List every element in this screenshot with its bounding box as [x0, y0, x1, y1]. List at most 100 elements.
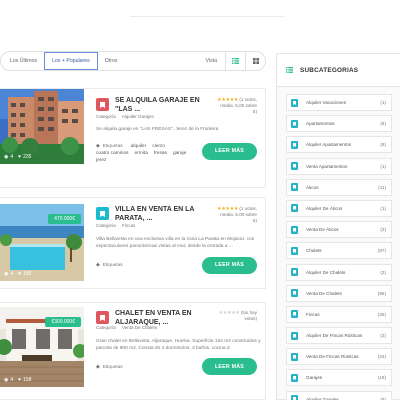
bookmark-icon	[291, 352, 298, 361]
category-link[interactable]: Alquiler Garajes	[122, 114, 154, 119]
subcategory-count: (97)	[377, 248, 386, 254]
tag-link[interactable]: cierzo	[152, 143, 165, 150]
subcategory-item[interactable]: Garajes (19)	[286, 369, 392, 387]
subcategory-item[interactable]: Alquiler De Chalets (2)	[286, 263, 392, 281]
price-tag: 470.000€	[48, 214, 81, 224]
view-label: Vista	[205, 58, 217, 64]
heart-icon: ♥	[18, 154, 22, 160]
subcategory-name: Venta Apartamentos	[306, 163, 348, 169]
listing-body: CHALET EN VENTA EN ALJARAQUE, ... ★★★★★ …	[96, 310, 261, 375]
tags: ◆ Etiquetas	[96, 365, 123, 370]
read-more-button[interactable]: LEER MÁS	[202, 142, 257, 160]
subcategory-count: (35)	[377, 311, 386, 317]
rating[interactable]: ★★★★★ (No hay votos)	[203, 310, 257, 322]
read-more-button[interactable]: LEER MÁS	[202, 256, 257, 274]
listing-card: ◉ 4 ♥ 235 SE ALQUILA GARAJE EN "LAS ... ★★…	[0, 88, 266, 188]
top-divider	[130, 16, 285, 17]
tag-link[interactable]: cuatro caminos	[96, 150, 129, 157]
listing-photo[interactable]: €300.000€ ◉ 4 ♥ 158	[0, 307, 84, 387]
subcategory-name: Alquiler De Áticos	[306, 205, 343, 211]
bookmark-icon	[291, 140, 298, 149]
list-icon	[286, 67, 293, 73]
bookmark-icon	[291, 310, 298, 319]
subcategory-item[interactable]: Venta De Fincas Rústicas (24)	[286, 348, 392, 366]
list-view-button[interactable]	[225, 52, 245, 70]
subcategory-item[interactable]: Venta De Chalets (86)	[286, 284, 392, 302]
subcategory-item[interactable]: Fincas (35)	[286, 305, 392, 323]
rating-stars[interactable]: ★★★★★	[217, 206, 238, 212]
views-count: ◉ 4	[4, 271, 14, 277]
photo-stats: ◉ 4 ♥ 235	[4, 154, 31, 160]
bookmark-icon	[291, 119, 298, 128]
category-icon[interactable]	[96, 207, 109, 220]
subcategory-name: Fincas	[306, 311, 320, 317]
bookmark-icon	[291, 204, 298, 213]
subcategory-item[interactable]: Venta De Áticos (3)	[286, 221, 392, 239]
likes-count: ♥ 235	[18, 154, 32, 160]
subcategory-name: Venta De Chalets	[306, 290, 342, 296]
tag-icon: ◆	[96, 143, 100, 149]
subcategory-name: Chalets	[306, 248, 322, 254]
listing-photo[interactable]: 470.000€ ◉ 4 ♥ 185	[0, 204, 84, 281]
category-link[interactable]: Fincas	[122, 223, 135, 228]
tag-link[interactable]: alquiler	[131, 143, 146, 150]
category-icon[interactable]	[96, 311, 109, 324]
photo-stats: ◉ 4 ♥ 158	[4, 377, 31, 383]
subcategory-item[interactable]: Alquiler Vacaciones (1)	[286, 94, 392, 111]
bookmark-icon	[291, 225, 298, 234]
bookmark-icon	[291, 98, 298, 107]
subcategory-name: Alquiler Garajes	[306, 396, 339, 400]
tag-link[interactable]: garaje	[173, 150, 186, 157]
subcategory-count: (1)	[380, 100, 386, 105]
sort-others-button[interactable]: Otros	[98, 52, 125, 70]
listing-photo[interactable]: ◉ 4 ♥ 235	[0, 89, 84, 164]
heart-icon: ♥	[18, 377, 22, 383]
bookmark-icon	[100, 210, 105, 217]
sidebar-title: SUBCATEGORIAS	[300, 66, 359, 74]
subcategory-name: Alquiler De Fincas Rústicas	[306, 333, 363, 339]
subcategory-item[interactable]: Venta Apartamentos (1)	[286, 157, 392, 175]
tag-link[interactable]: jerez	[96, 157, 106, 164]
bookmark-icon	[291, 331, 298, 340]
read-more-button[interactable]: LEER MÁS	[202, 358, 257, 375]
subcategory-list: Alquiler Vacaciones (1) Apartamentos (5) Alq…	[277, 87, 400, 400]
likes-count: ♥ 158	[18, 377, 32, 383]
subcategory-item[interactable]: Áticos (11)	[286, 178, 392, 196]
rating[interactable]: ★★★★★ (1 votos, media: 5,00 sobre 5)	[203, 206, 257, 225]
grid-view-icon	[252, 58, 259, 64]
rating-stars[interactable]: ★★★★★	[219, 310, 240, 316]
subcategory-name: Garajes	[306, 375, 323, 381]
subcategory-name: Áticos	[306, 184, 319, 190]
sort-latest-button[interactable]: Los Últimos	[1, 52, 44, 70]
rating[interactable]: ★★★★★ (1 votos, media: 5,00 sobre 5)	[203, 97, 257, 116]
subcategory-count: (1)	[380, 163, 386, 169]
listing-card: €300.000€ ◉ 4 ♥ 158 CHALET EN VENTA EN ALJ…	[0, 302, 266, 400]
tag-icon: ◆	[96, 365, 100, 370]
subcategory-item[interactable]: Alquiler Garajes (6)	[286, 390, 392, 400]
tag-link[interactable]: fresas	[154, 150, 167, 157]
bookmark-icon	[291, 268, 298, 276]
tag-link[interactable]: ermita	[135, 150, 148, 157]
grid-view-button[interactable]	[245, 52, 265, 70]
subcategory-item[interactable]: Alquiler De Fincas Rústicas (2)	[286, 327, 392, 345]
listing-title[interactable]: SE ALQUILA GARAJE EN "LAS ...	[115, 97, 203, 114]
listing-title[interactable]: VILLA EN VENTA EN LA PARATA, ...	[115, 206, 203, 223]
bookmark-icon	[291, 373, 298, 382]
bookmark-icon	[100, 101, 105, 108]
likes-count: ♥ 185	[18, 271, 32, 277]
subcategory-item[interactable]: Alquiler De Áticos (1)	[286, 199, 392, 217]
rating-stars[interactable]: ★★★★★	[217, 97, 238, 103]
category-link[interactable]: Venta De Chalets	[122, 325, 157, 330]
subcategory-name: Venta De Áticos	[306, 227, 339, 233]
subcategory-item[interactable]: Apartamentos (5)	[286, 115, 392, 133]
views-count: ◉ 4	[4, 154, 14, 160]
category-icon[interactable]	[96, 98, 109, 111]
subcategory-item[interactable]: Alquiler Apartamentos (8)	[286, 136, 392, 154]
bookmark-icon	[291, 246, 298, 255]
subcategory-item[interactable]: Chalets (97)	[286, 242, 392, 260]
subcategory-name: Alquiler De Chalets	[306, 269, 346, 275]
subcategory-count: (2)	[380, 269, 386, 275]
subcategory-name: Alquiler Apartamentos	[306, 142, 351, 148]
photo-stats: ◉ 4 ♥ 185	[4, 271, 31, 277]
sort-popular-button[interactable]: Los + Populares	[44, 52, 98, 70]
